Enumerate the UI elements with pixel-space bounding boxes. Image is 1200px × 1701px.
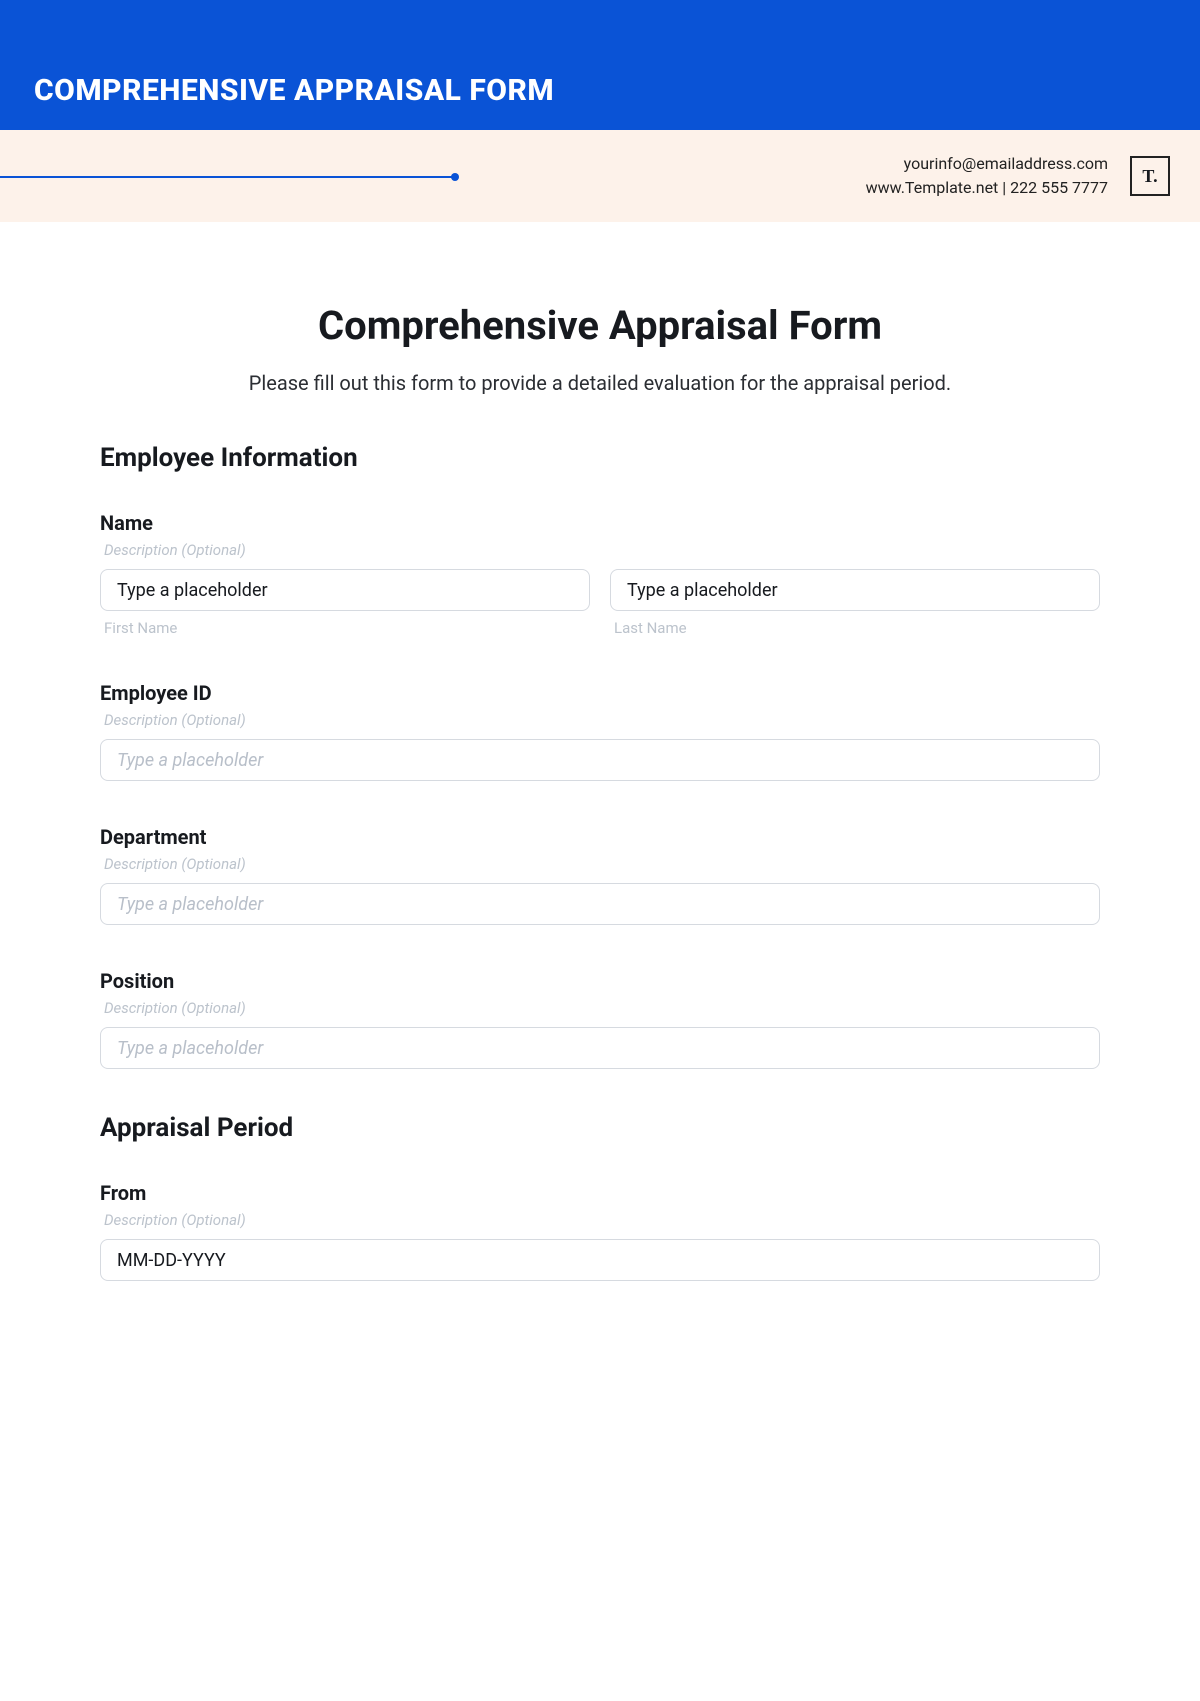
position-label: Position <box>100 969 1100 993</box>
form-container: Comprehensive Appraisal Form Please fill… <box>0 222 1200 1321</box>
department-label: Department <box>100 825 1100 849</box>
from-date-input[interactable] <box>100 1239 1100 1281</box>
section-period-title: Appraisal Period <box>100 1113 1100 1143</box>
from-label: From <box>100 1181 1100 1205</box>
decorative-line <box>0 176 455 178</box>
header-banner: COMPREHENSIVE APPRAISAL FORM <box>0 0 1200 126</box>
field-department: Department Description (Optional) <box>100 825 1100 925</box>
position-hint: Description (Optional) <box>100 999 1100 1017</box>
department-hint: Description (Optional) <box>100 855 1100 873</box>
section-employee-title: Employee Information <box>100 443 1100 473</box>
department-input[interactable] <box>100 883 1100 925</box>
field-position: Position Description (Optional) <box>100 969 1100 1069</box>
field-from: From Description (Optional) <box>100 1181 1100 1281</box>
employee-id-input[interactable] <box>100 739 1100 781</box>
name-hint: Description (Optional) <box>100 541 1100 559</box>
from-hint: Description (Optional) <box>100 1211 1100 1229</box>
field-name: Name Description (Optional) First Name L… <box>100 511 1100 637</box>
position-input[interactable] <box>100 1027 1100 1069</box>
contact-website-phone: www.Template.net | 222 555 7777 <box>866 176 1108 200</box>
banner-title: COMPREHENSIVE APPRAISAL FORM <box>34 73 554 108</box>
first-name-input[interactable] <box>100 569 590 611</box>
employee-id-hint: Description (Optional) <box>100 711 1100 729</box>
form-title: Comprehensive Appraisal Form <box>100 302 1100 349</box>
last-name-input[interactable] <box>610 569 1100 611</box>
last-name-sublabel: Last Name <box>610 619 1100 637</box>
first-name-sublabel: First Name <box>100 619 590 637</box>
sub-header-band: yourinfo@emailaddress.com www.Template.n… <box>0 126 1200 222</box>
form-description: Please fill out this form to provide a d… <box>100 371 1100 395</box>
field-employee-id: Employee ID Description (Optional) <box>100 681 1100 781</box>
contact-info: yourinfo@emailaddress.com www.Template.n… <box>866 152 1108 200</box>
name-label: Name <box>100 511 1100 535</box>
contact-email: yourinfo@emailaddress.com <box>866 152 1108 176</box>
employee-id-label: Employee ID <box>100 681 1100 705</box>
logo-icon: T. <box>1130 156 1170 196</box>
